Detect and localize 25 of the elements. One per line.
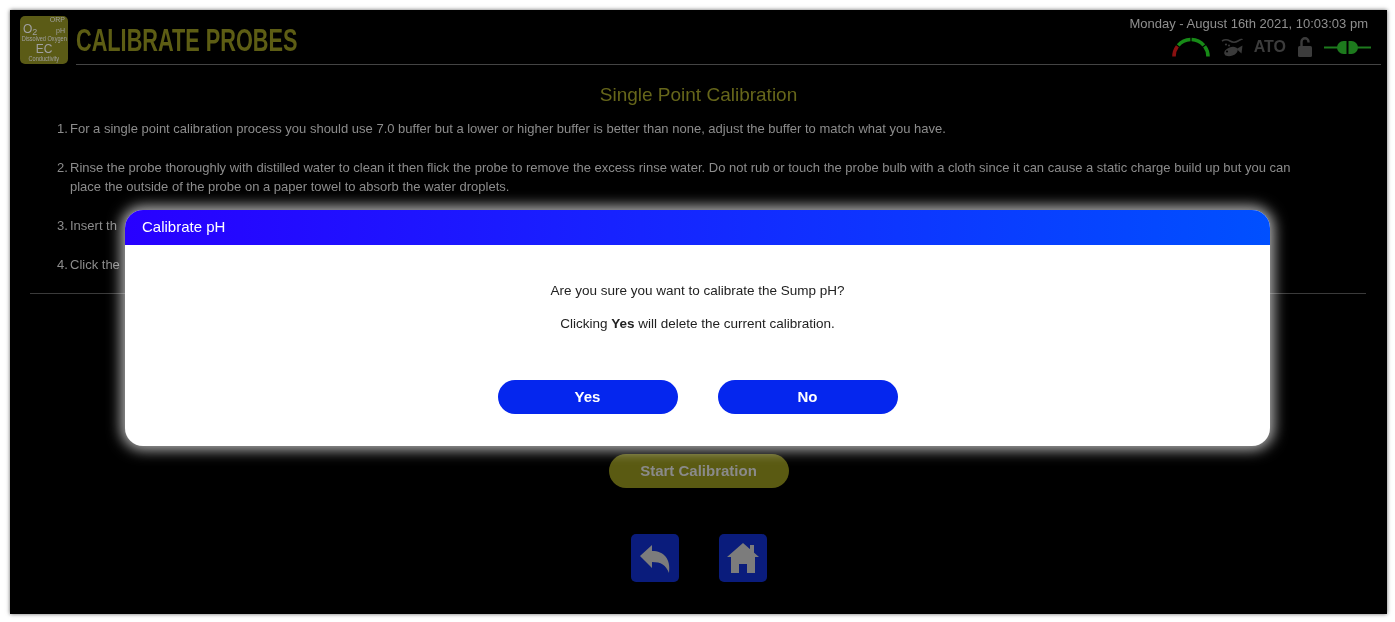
- step-number: 4.: [57, 256, 69, 274]
- home-icon: [725, 541, 760, 575]
- step-number: 1.: [57, 120, 69, 138]
- logo-text: O$_{2}$: [23, 23, 38, 35]
- step-text: Rinse the probe thoroughly with distilled water to clean it then flick the probe to remove the excess rinse water. Do not rub or touch the probe bulb with a cloth since it can cause a static charge build up but you can place the outside of the probe on a paper towel to absorb the water droplets.: [70, 159, 1292, 196]
- dialog-message: Are you sure you want to calibrate the Sump pH?: [550, 282, 845, 300]
- confirm-button[interactable]: Yes: [497, 380, 678, 414]
- home-button[interactable]: [718, 534, 767, 582]
- step-text: Click the: [70, 256, 120, 274]
- back-button[interactable]: [630, 534, 679, 582]
- cancel-button[interactable]: No: [717, 380, 898, 414]
- logo-text: EC: [35, 43, 53, 55]
- step-text: Insert th: [70, 217, 117, 235]
- step-number: 3.: [57, 217, 69, 235]
- logo-caption: Dissolved Oxygen: [21, 35, 67, 43]
- ato-status-text: ATO: [1253, 39, 1286, 55]
- date-time-text: Monday - August 16th 2021, 10:03:03 pm: [1129, 16, 1368, 32]
- section-heading: Single Point Calibration: [599, 84, 798, 105]
- dialog-note: Clicking Yes will delete the current calibration.: [560, 315, 835, 333]
- gauge-icon: [1171, 36, 1210, 58]
- step-number: 2.: [57, 159, 69, 177]
- dialog-title: Calibrate pH: [142, 217, 226, 238]
- logo-caption: Conductivity: [28, 55, 60, 63]
- step-text: For a single point calibration process you should use 7.0 buffer but a lower or higher buffer is better than none, adjust the buffer to match what you have.: [70, 120, 946, 138]
- page-title: CALIBRATE PROBES: [76, 25, 298, 56]
